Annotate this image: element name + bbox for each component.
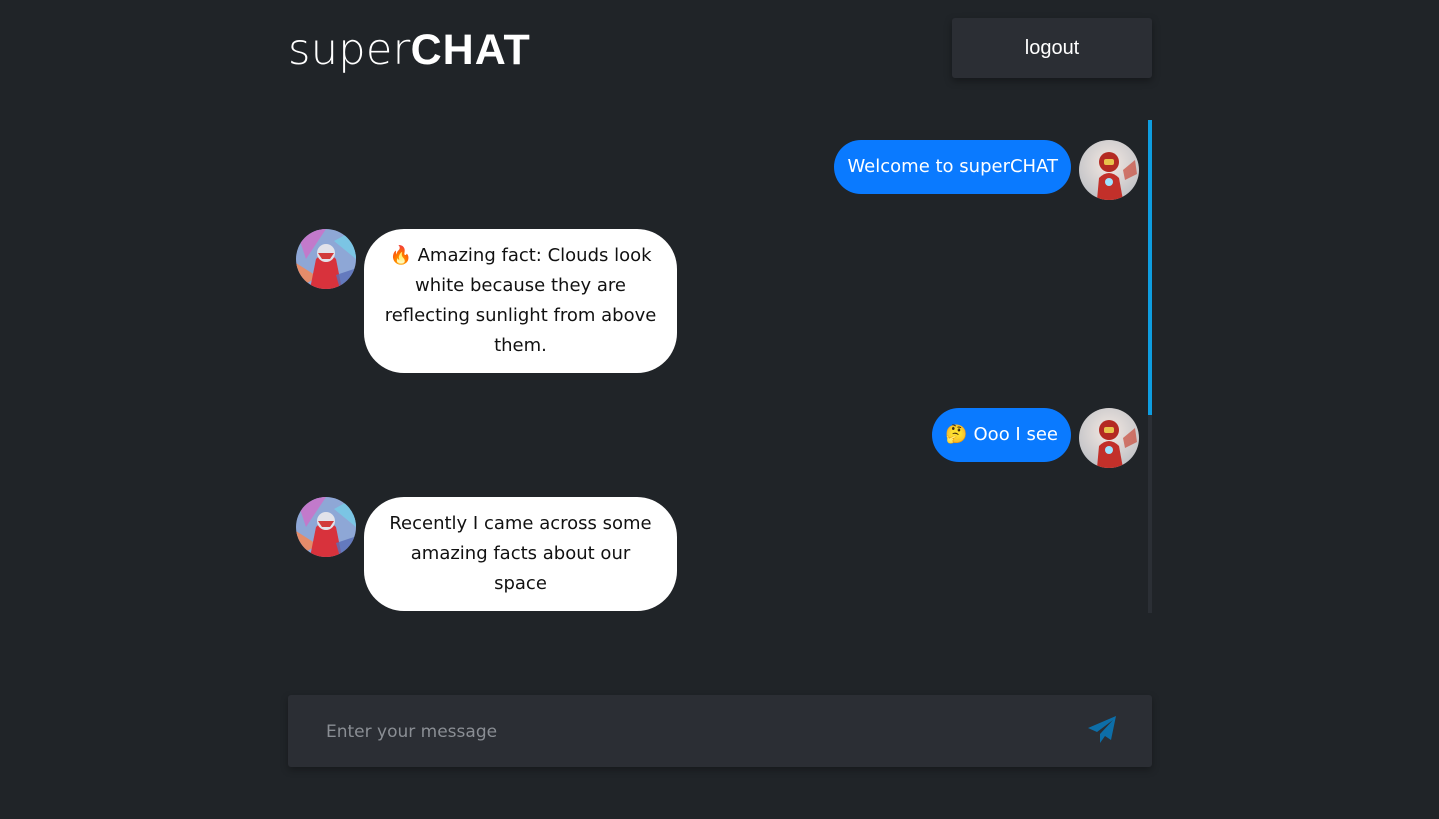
thinking-face-emoji-icon: 🤔 xyxy=(945,424,968,445)
send-button[interactable] xyxy=(1084,713,1120,749)
fire-emoji-icon: 🔥 xyxy=(389,245,412,266)
logo-light-text: super xyxy=(288,25,411,75)
message-text: Welcome to superCHAT xyxy=(847,156,1058,177)
received-message-bubble: Recently I came across some amazing fact… xyxy=(364,497,677,611)
logo-bold-text: CHAT xyxy=(410,26,531,74)
paper-plane-icon xyxy=(1088,715,1116,743)
logout-button[interactable]: logout xyxy=(952,18,1152,78)
message-input[interactable] xyxy=(324,713,1068,751)
message-text: Recently I came across some amazing fact… xyxy=(389,513,652,594)
user-avatar xyxy=(1079,408,1139,468)
sent-message-bubble: 🤔 Ooo I see xyxy=(932,408,1071,462)
message-composer xyxy=(288,695,1152,767)
sent-message-bubble: Welcome to superCHAT xyxy=(834,140,1071,194)
user-avatar xyxy=(1079,140,1139,200)
bot-avatar xyxy=(296,229,356,289)
message-list[interactable]: Welcome to superCHAT 🔥 Amazing fact: Clo… xyxy=(288,120,1152,613)
received-message-bubble: 🔥 Amazing fact: Clouds look white becaus… xyxy=(364,229,677,373)
message-text: Amazing fact: Clouds look white because … xyxy=(384,245,657,356)
scrollbar-thumb[interactable] xyxy=(1148,120,1152,415)
message-text: Ooo I see xyxy=(973,424,1058,445)
bot-avatar xyxy=(296,497,356,557)
app-logo: superCHAT xyxy=(288,22,531,78)
